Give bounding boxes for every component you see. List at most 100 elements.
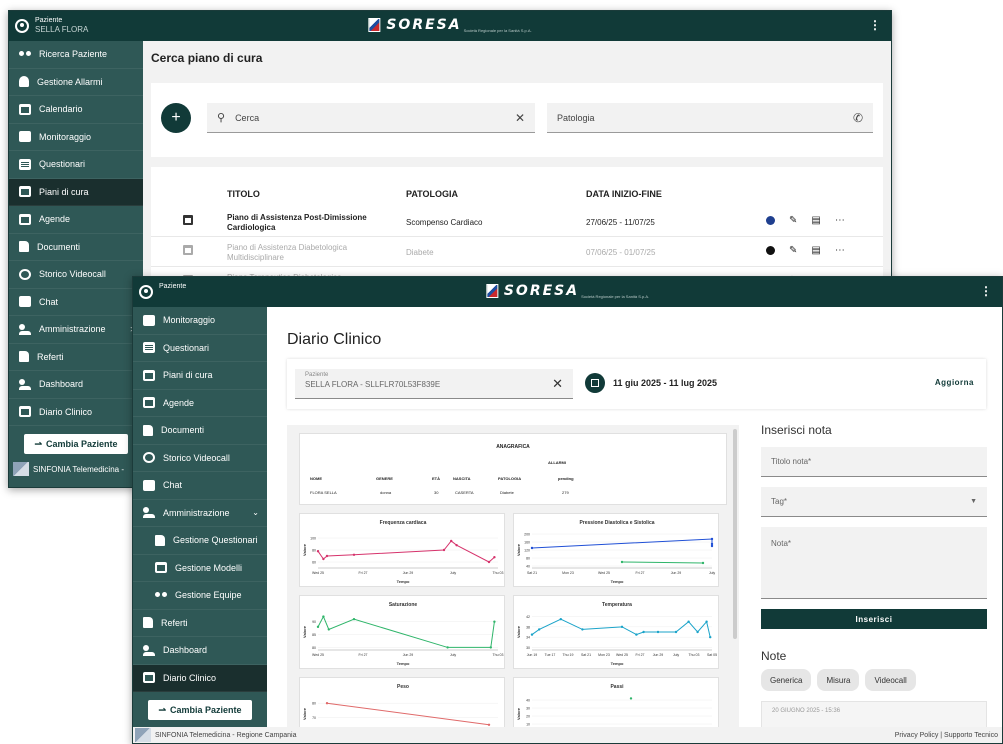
data-point[interactable] (559, 617, 562, 621)
clipboard-icon[interactable]: ▤ (811, 245, 820, 256)
patologia-input[interactable]: Patologia ✆ (547, 103, 873, 133)
sidebar-item-chat[interactable]: Chat (133, 472, 267, 500)
sidebar-item-gestione-allarmi[interactable]: Gestione Allarmi (9, 69, 143, 96)
sidebar-item-monitoraggio[interactable]: Monitoraggio (9, 124, 143, 151)
data-point[interactable] (352, 617, 356, 621)
nota-textarea[interactable]: Nota* (761, 527, 987, 599)
data-point[interactable] (620, 625, 624, 629)
sidebar-item-piani-di-cura[interactable]: Piani di cura (9, 178, 143, 206)
chip-misura[interactable]: Misura (817, 669, 860, 691)
patient-info[interactable]: Paziente (139, 282, 186, 299)
table-row[interactable]: Piano di Assistenza Post-Dimissione Card… (151, 207, 883, 237)
more-icon[interactable]: ⋯ (835, 215, 845, 226)
data-point[interactable] (322, 557, 325, 561)
patient-info[interactable]: Paziente SELLA FLORA (15, 16, 88, 34)
data-point[interactable] (530, 546, 534, 550)
data-point[interactable] (493, 620, 496, 623)
sidebar-item-chat[interactable]: Chat (9, 289, 143, 316)
data-point[interactable] (642, 630, 645, 634)
sidebar-item-dashboard[interactable]: Dashboard (133, 637, 267, 665)
data-point[interactable] (635, 633, 638, 636)
sidebar-item-storico-videocall[interactable]: Storico Videocall (133, 445, 267, 472)
more-menu-icon[interactable]: ⋮ (869, 18, 881, 32)
soresa-logo: SORESA Società Regionale per la Sanità S… (485, 283, 649, 299)
sidebar-item-ricerca-paziente[interactable]: Ricerca Paziente (9, 41, 143, 69)
cambia-paziente-button[interactable]: ⇀ Cambia Paziente (148, 700, 252, 720)
data-point[interactable] (674, 630, 678, 634)
cambia-paziente-button[interactable]: ⇀ Cambia Paziente (24, 434, 128, 454)
data-point[interactable] (709, 635, 712, 639)
data-point[interactable] (530, 633, 534, 636)
data-point[interactable] (581, 628, 584, 631)
data-point[interactable] (620, 560, 624, 564)
titolo-nota-input[interactable]: Titolo nota* (761, 447, 987, 477)
data-point[interactable] (322, 615, 325, 618)
sidebar-item-documenti[interactable]: Documenti (133, 417, 267, 445)
sidebar-item-storico-videocall[interactable]: Storico Videocall (9, 261, 143, 289)
sidebar-item-amministrazione[interactable]: Amministrazione ⌄ (133, 500, 267, 527)
sidebar-item-gestione-equipe[interactable]: Gestione Equipe (133, 582, 267, 610)
chip-generica[interactable]: Generica (761, 669, 812, 691)
clipboard-icon[interactable]: ▤ (811, 215, 820, 226)
scrollbar[interactable] (733, 429, 737, 639)
data-point[interactable] (701, 561, 705, 565)
sidebar-item-questionari[interactable]: Questionari (133, 335, 267, 362)
sidebar-item-referti[interactable]: Referti (9, 344, 143, 371)
data-point[interactable] (442, 548, 446, 552)
sidebar-item-label: Diario Clinico (163, 672, 217, 683)
data-point[interactable] (316, 625, 320, 629)
data-point[interactable] (710, 544, 714, 548)
edit-icon[interactable]: ✎ (789, 245, 797, 256)
table-row[interactable]: Piano di Assistenza Diabetologica Multid… (151, 237, 883, 267)
data-point[interactable] (325, 554, 329, 558)
sidebar-item-calendario[interactable]: Calendario (9, 96, 143, 124)
date-range-picker[interactable]: 11 giu 2025 - 11 lug 2025 (585, 373, 717, 393)
data-point[interactable] (487, 560, 491, 564)
data-point[interactable] (325, 702, 329, 705)
more-icon[interactable]: ⋯ (835, 245, 845, 256)
data-point[interactable] (489, 646, 492, 649)
add-plan-button[interactable]: + (161, 103, 191, 133)
sidebar-item-diario-clinico[interactable]: Diario Clinico (133, 664, 267, 692)
phone-icon[interactable]: ✆ (853, 111, 863, 125)
data-point[interactable] (656, 630, 660, 634)
sidebar-item-questionari[interactable]: Questionari (9, 151, 143, 179)
chip-videocall[interactable]: Videocall (865, 669, 916, 691)
sidebar-item-agende[interactable]: Agende (133, 390, 267, 417)
patient-field[interactable]: Paziente SELLA FLORA - SLLFLR70L53F839E … (295, 369, 573, 399)
data-point[interactable] (316, 550, 320, 553)
inserisci-button[interactable]: Inserisci (761, 609, 987, 629)
clear-icon[interactable]: ✕ (515, 111, 525, 125)
sidebar-item-piani-di-cura[interactable]: Piani di cura (133, 362, 267, 390)
sidebar-item-diario-clinico[interactable]: Diario Clinico (9, 399, 143, 426)
sidebar-item-amministrazione[interactable]: Amministrazione> (9, 316, 143, 344)
data-point[interactable] (327, 628, 330, 631)
sidebar-item-referti[interactable]: Referti (133, 610, 267, 637)
search-input[interactable]: ⚲ Cerca ✕ (207, 103, 535, 133)
footer-links[interactable]: Privacy Policy | Supporto Tecnico (895, 732, 1002, 739)
sidebar-item-dashboard[interactable]: Dashboard (9, 371, 143, 399)
tag-select[interactable]: Tag* ▼ (761, 487, 987, 517)
data-point[interactable] (629, 697, 633, 700)
data-point[interactable] (696, 630, 699, 634)
data-point[interactable] (538, 628, 541, 631)
sidebar-item-gestione-modelli[interactable]: Gestione Modelli (133, 555, 267, 582)
sidebar-item-gestione-questionari[interactable]: Gestione Questionari (133, 527, 267, 555)
data-point[interactable] (455, 544, 458, 547)
aggiorna-button[interactable]: Aggiorna (935, 378, 974, 387)
more-menu-icon[interactable]: ⋮ (980, 284, 992, 298)
clear-icon[interactable]: ✕ (552, 376, 563, 392)
sidebar-item-agende[interactable]: Agende (9, 206, 143, 234)
data-point[interactable] (710, 537, 714, 541)
sidebar-item-monitoraggio[interactable]: Monitoraggio (133, 307, 267, 335)
data-point[interactable] (446, 646, 449, 649)
note-card[interactable]: 20 GIUGNO 2025 - 15:36 (761, 701, 987, 727)
data-point[interactable] (450, 539, 453, 543)
data-point[interactable] (352, 553, 356, 556)
data-point[interactable] (687, 620, 690, 623)
data-point[interactable] (493, 556, 496, 559)
data-point[interactable] (705, 620, 708, 623)
sidebar-item-documenti[interactable]: Documenti (9, 234, 143, 261)
data-point[interactable] (487, 723, 491, 726)
edit-icon[interactable]: ✎ (789, 215, 797, 226)
